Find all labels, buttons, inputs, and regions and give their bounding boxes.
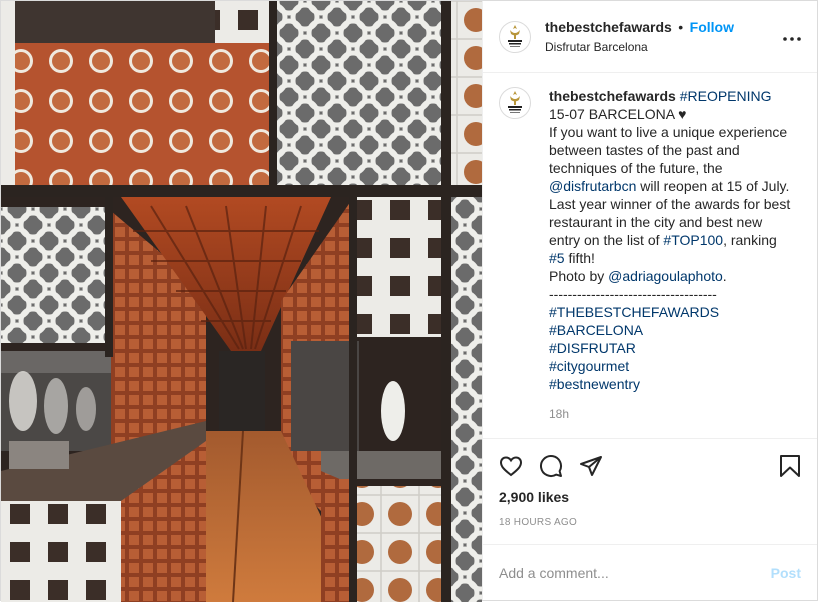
share-icon (580, 456, 602, 476)
header-username[interactable]: thebestchefawards (545, 19, 672, 35)
caption-link[interactable]: #bestnewentry (549, 376, 640, 392)
caption-link[interactable]: @disfrutarbcn (549, 178, 636, 194)
logo-icon (508, 24, 522, 47)
action-icons (499, 445, 801, 487)
caption-segment: 15-07 BARCELONA ♥ If you want to live a … (549, 106, 788, 176)
profile-avatar[interactable] (499, 20, 531, 53)
like-button[interactable] (499, 446, 539, 486)
more-icon (783, 36, 801, 41)
photo-illustration (1, 1, 482, 602)
post-photo[interactable] (1, 1, 482, 602)
share-button[interactable] (579, 446, 619, 486)
caption-link[interactable]: #BARCELONA (549, 322, 643, 338)
comment-input[interactable] (499, 564, 771, 581)
caption-link[interactable]: #THEBESTCHEFAWARDS (549, 304, 719, 320)
comment-icon (540, 455, 562, 477)
post-time-ago[interactable]: 18 HOURS AGO (499, 517, 801, 528)
more-options-button[interactable] (783, 28, 801, 46)
caption-segment: , ranking (723, 232, 781, 248)
comments-area: thebestchefawards #REOPENING 15-07 BARCE… (483, 73, 817, 438)
header-text: thebestchefawards • Follow Disfrutar Bar… (545, 18, 783, 55)
logo-icon (508, 91, 522, 113)
caption-link[interactable]: @adriagoulaphoto (608, 268, 723, 284)
caption-link[interactable]: #5 (549, 250, 565, 266)
location-link[interactable]: Disfrutar Barcelona (545, 40, 783, 55)
caption-link[interactable]: #REOPENING (680, 88, 772, 104)
caption-link[interactable]: #citygourmet (549, 358, 629, 374)
post-comment-button[interactable]: Post (771, 565, 801, 581)
caption-text: thebestchefawards #REOPENING 15-07 BARCE… (549, 87, 794, 393)
bookmark-icon (780, 455, 800, 477)
follow-button[interactable]: Follow (690, 19, 734, 35)
caption-avatar[interactable] (499, 87, 531, 119)
caption-username[interactable]: thebestchefawards (549, 88, 676, 104)
post-actions: 2,900 likes 18 HOURS AGO (483, 438, 817, 544)
save-button[interactable] (761, 446, 801, 486)
header-separator: • (678, 19, 684, 35)
post-header: thebestchefawards • Follow Disfrutar Bar… (483, 1, 817, 73)
comment-button[interactable] (539, 446, 579, 486)
caption-link[interactable]: #TOP100 (663, 232, 723, 248)
caption-time[interactable]: 18h (549, 407, 801, 421)
add-comment-bar: Post (483, 544, 817, 600)
post-side-panel: thebestchefawards • Follow Disfrutar Bar… (482, 1, 817, 600)
heart-icon (499, 456, 523, 477)
caption-link[interactable]: #DISFRUTAR (549, 340, 636, 356)
likes-count[interactable]: 2,900 likes (499, 487, 801, 505)
caption-row: thebestchefawards #REOPENING 15-07 BARCE… (499, 87, 801, 393)
instagram-post: thebestchefawards • Follow Disfrutar Bar… (0, 0, 818, 602)
